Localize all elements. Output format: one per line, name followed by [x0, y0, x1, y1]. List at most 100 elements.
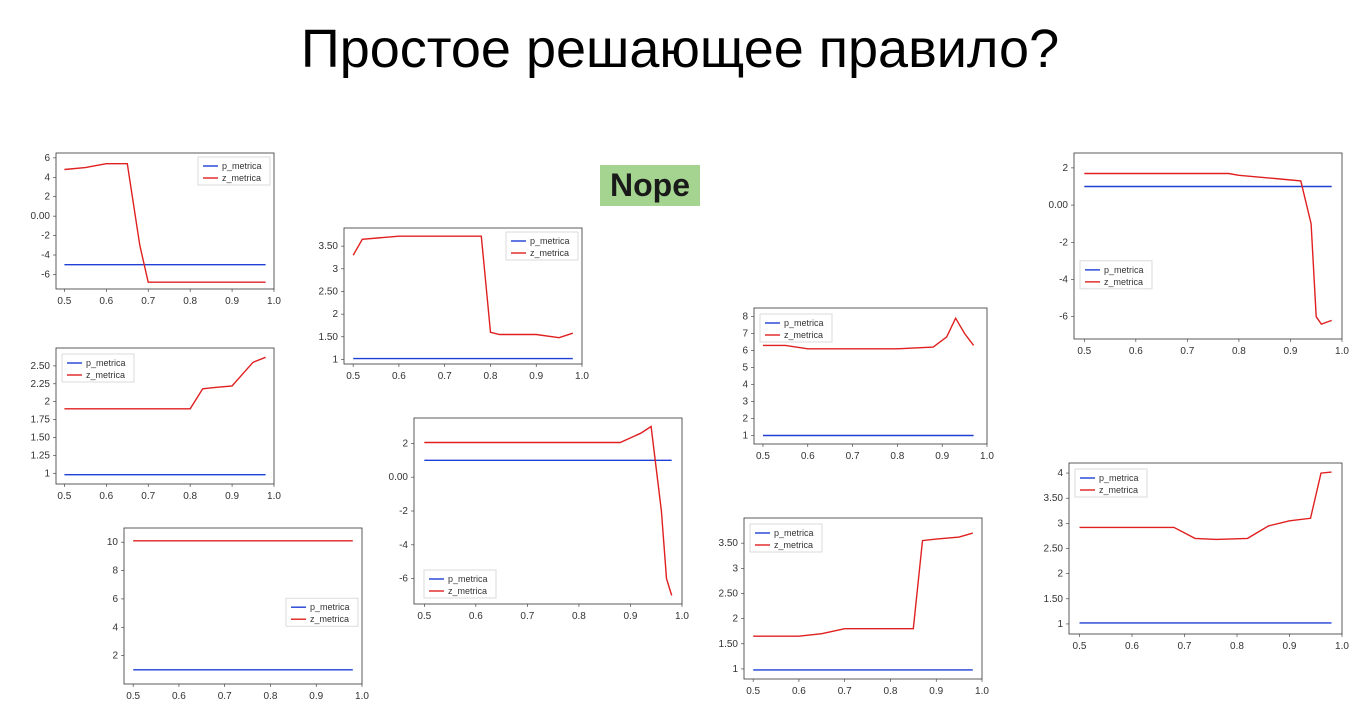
svg-text:8: 8 [742, 312, 748, 323]
svg-text:0.9: 0.9 [1283, 641, 1297, 652]
legend-z-label: z_metrica [222, 173, 261, 183]
svg-text:2: 2 [44, 397, 50, 408]
svg-text:5: 5 [742, 363, 748, 374]
svg-text:0.00: 0.00 [389, 472, 409, 483]
svg-text:1: 1 [44, 468, 50, 479]
svg-text:1.0: 1.0 [1335, 641, 1349, 652]
page-title: Простое решающее правило? [0, 18, 1360, 80]
legend-p-label: p_metrica [86, 358, 126, 368]
svg-text:2: 2 [1062, 163, 1068, 174]
svg-text:1.75: 1.75 [31, 415, 51, 426]
svg-text:4: 4 [112, 622, 118, 633]
svg-text:3: 3 [332, 264, 338, 275]
svg-text:0.5: 0.5 [1073, 641, 1087, 652]
svg-text:0.6: 0.6 [99, 296, 113, 307]
svg-text:1.0: 1.0 [267, 491, 281, 502]
svg-text:7: 7 [742, 329, 748, 340]
svg-text:0.6: 0.6 [801, 451, 815, 462]
legend-z-label: z_metrica [1104, 277, 1143, 287]
svg-text:1.0: 1.0 [355, 691, 369, 702]
svg-text:4: 4 [44, 172, 50, 183]
chart-c7: 11.5022.5033.500.50.60.70.80.91.0p_metri… [700, 510, 990, 705]
svg-text:0.6: 0.6 [172, 691, 186, 702]
svg-text:2: 2 [112, 651, 118, 662]
svg-text:1.0: 1.0 [980, 451, 994, 462]
svg-text:0.7: 0.7 [846, 451, 860, 462]
svg-text:0.7: 0.7 [438, 371, 452, 382]
legend-z-label: z_metrica [310, 614, 349, 624]
svg-text:0.9: 0.9 [225, 296, 239, 307]
svg-text:3.50: 3.50 [1044, 493, 1064, 504]
svg-text:0.9: 0.9 [929, 686, 943, 697]
svg-text:2.50: 2.50 [319, 286, 339, 297]
svg-text:-6: -6 [399, 574, 408, 585]
svg-text:-6: -6 [1059, 312, 1068, 323]
svg-text:4: 4 [1057, 468, 1063, 479]
svg-text:0.8: 0.8 [884, 686, 898, 697]
svg-text:0.5: 0.5 [746, 686, 760, 697]
svg-text:0.6: 0.6 [792, 686, 806, 697]
svg-text:2.50: 2.50 [31, 361, 51, 372]
svg-text:0.8: 0.8 [484, 371, 498, 382]
svg-text:-4: -4 [41, 250, 50, 261]
svg-text:0.5: 0.5 [57, 491, 71, 502]
svg-text:1.25: 1.25 [31, 450, 51, 461]
chart-c6: 123456780.50.60.70.80.91.0p_metricaz_met… [710, 300, 995, 470]
legend-p-label: p_metrica [530, 236, 570, 246]
svg-text:0.9: 0.9 [529, 371, 543, 382]
svg-text:3.50: 3.50 [719, 538, 739, 549]
legend-z-label: z_metrica [530, 248, 569, 258]
legend-p-label: p_metrica [448, 574, 488, 584]
svg-text:0.8: 0.8 [1232, 346, 1246, 357]
svg-text:0.5: 0.5 [756, 451, 770, 462]
legend-p-label: p_metrica [1104, 265, 1144, 275]
svg-text:1: 1 [332, 354, 338, 365]
svg-text:1.0: 1.0 [675, 611, 689, 622]
svg-text:1.50: 1.50 [719, 639, 739, 650]
chart-c1: -6-4-20.002460.50.60.70.80.91.0p_metrica… [12, 145, 282, 315]
svg-text:1.0: 1.0 [575, 371, 589, 382]
legend-z-label: z_metrica [1099, 485, 1138, 495]
svg-text:0.5: 0.5 [417, 611, 431, 622]
svg-text:-2: -2 [399, 506, 408, 517]
svg-text:0.9: 0.9 [1284, 346, 1298, 357]
chart-c3: 2468100.50.60.70.80.91.0p_metricaz_metri… [80, 520, 370, 710]
legend-p-label: p_metrica [222, 161, 262, 171]
svg-text:0.5: 0.5 [126, 691, 140, 702]
chart-c9: 11.5022.5033.5040.50.60.70.80.91.0p_metr… [1025, 455, 1350, 660]
chart-c5: -6-4-20.0020.50.60.70.80.91.0p_metricaz_… [370, 410, 690, 630]
svg-text:2: 2 [402, 438, 408, 449]
svg-text:0.8: 0.8 [890, 451, 904, 462]
svg-text:0.00: 0.00 [1049, 200, 1069, 211]
legend-p-label: p_metrica [784, 318, 824, 328]
svg-text:6: 6 [44, 153, 50, 164]
svg-text:0.7: 0.7 [141, 491, 155, 502]
svg-text:0.6: 0.6 [469, 611, 483, 622]
svg-text:-2: -2 [1059, 237, 1068, 248]
chart-c2: 11.251.501.7522.252.500.50.60.70.80.91.0… [12, 340, 282, 510]
chart-c8: -6-4-20.0020.50.60.70.80.91.0p_metricaz_… [1030, 145, 1350, 365]
svg-text:0.8: 0.8 [183, 296, 197, 307]
svg-text:-4: -4 [1059, 274, 1068, 285]
legend-z-label: z_metrica [784, 330, 823, 340]
svg-text:3: 3 [742, 397, 748, 408]
svg-text:2: 2 [44, 192, 50, 203]
svg-text:0.5: 0.5 [57, 296, 71, 307]
svg-text:0.8: 0.8 [183, 491, 197, 502]
svg-text:2: 2 [742, 414, 748, 425]
legend-z-label: z_metrica [774, 540, 813, 550]
svg-text:10: 10 [107, 537, 119, 548]
legend-z-label: z_metrica [448, 586, 487, 596]
svg-text:2.50: 2.50 [1044, 544, 1064, 555]
svg-text:0.00: 0.00 [31, 211, 51, 222]
svg-text:0.9: 0.9 [309, 691, 323, 702]
svg-text:0.5: 0.5 [346, 371, 360, 382]
svg-text:2: 2 [332, 309, 338, 320]
svg-text:1.50: 1.50 [31, 432, 51, 443]
svg-text:1.0: 1.0 [975, 686, 989, 697]
svg-text:4: 4 [742, 380, 748, 391]
svg-text:3: 3 [1057, 518, 1063, 529]
svg-text:1: 1 [1057, 619, 1063, 630]
svg-text:1: 1 [742, 431, 748, 442]
legend-p-label: p_metrica [774, 528, 814, 538]
